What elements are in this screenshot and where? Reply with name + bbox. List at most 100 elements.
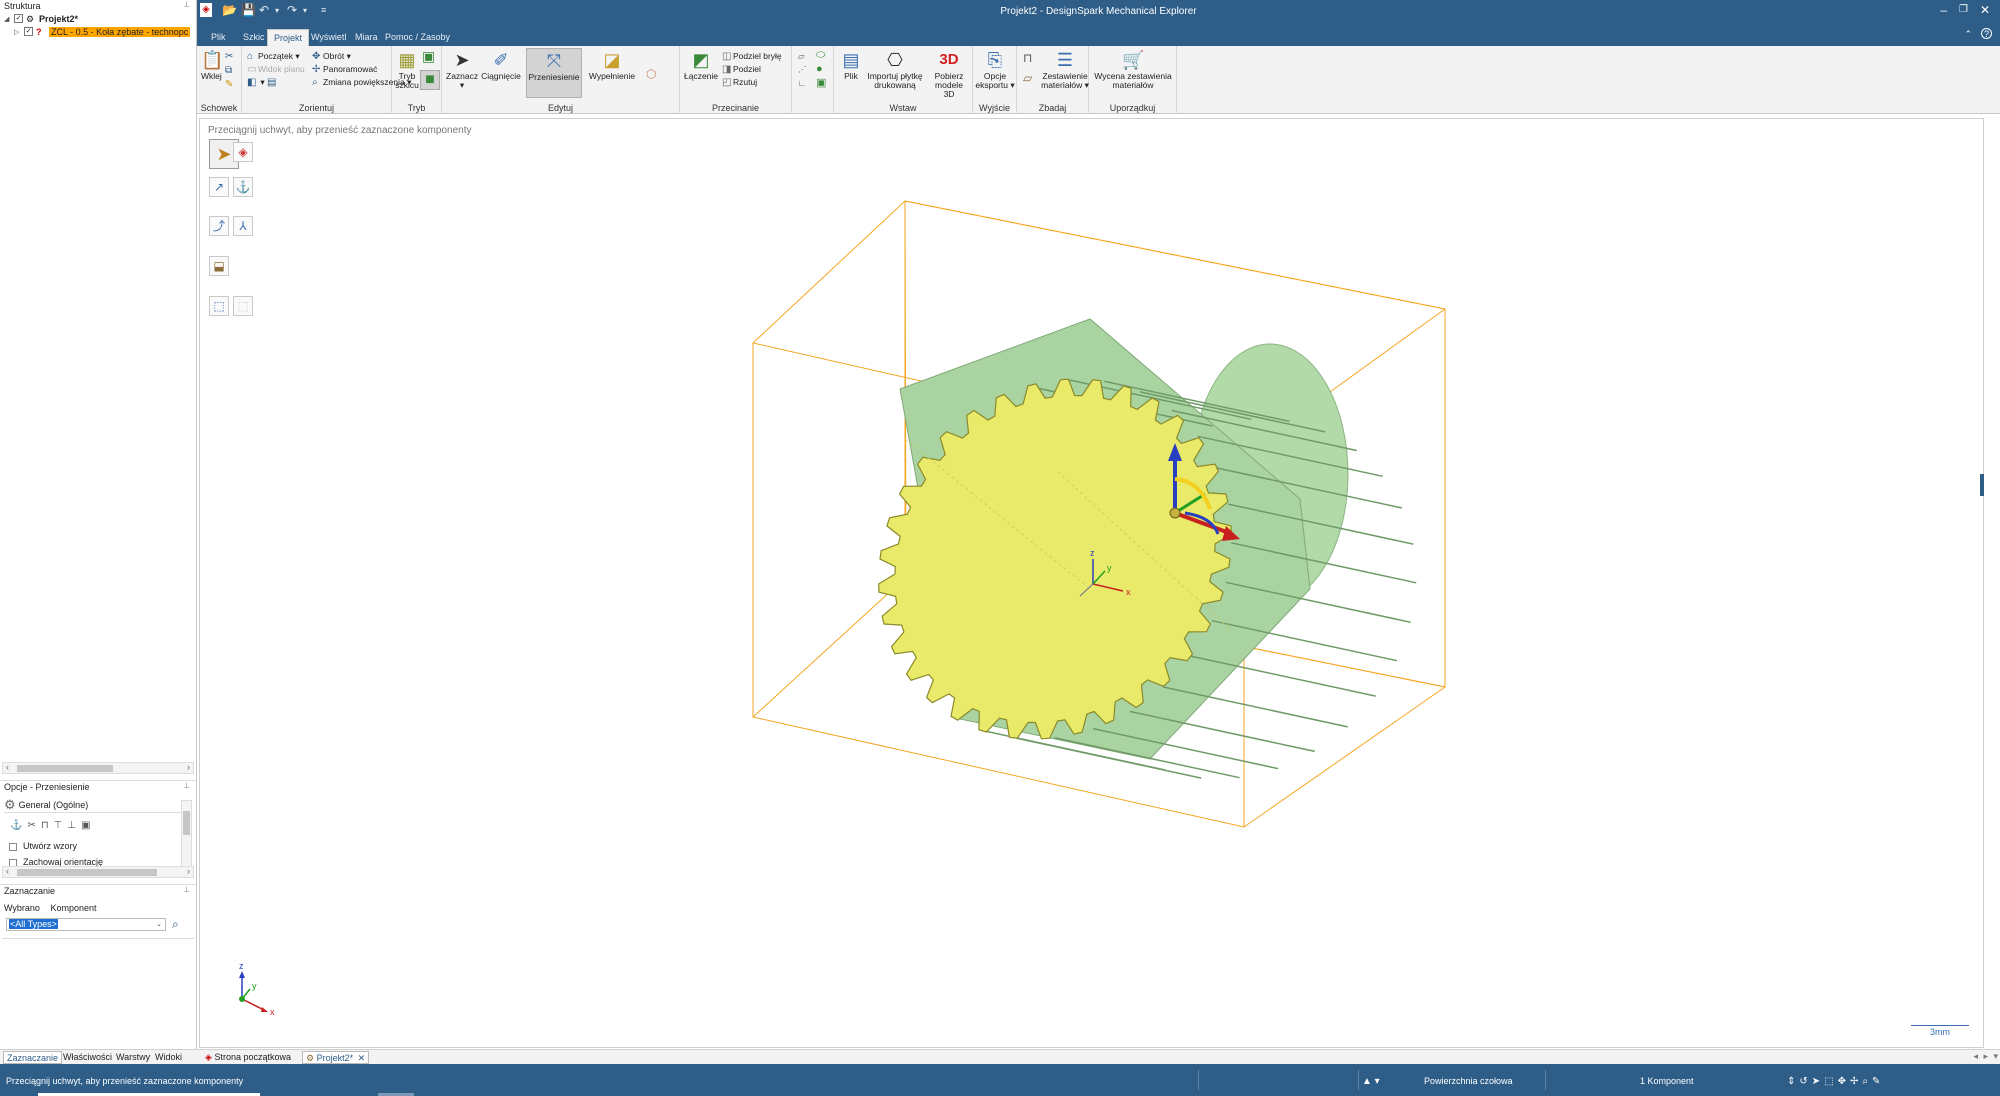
restore-icon[interactable]: ❐ [1959,4,1968,15]
warning-icon[interactable]: ▲ ▾ [1362,1076,1380,1087]
tabs-left-icon[interactable]: ◂ [1973,1051,1978,1062]
tab-warstwy[interactable]: Warstwy [113,1051,153,1064]
visibility-checkbox[interactable]: ✓ [14,14,23,23]
tree-root[interactable]: ◢ ✓ ⚙ Projekt2* [0,12,196,25]
world-y-label: y [252,981,257,991]
cursor-icon[interactable]: ➤ [1812,1076,1824,1087]
fill-button[interactable]: ◪ Wypełnienie [587,50,637,81]
minimize-icon[interactable]: – [1940,3,1947,17]
blend-button[interactable]: ⬡ [646,68,656,81]
cylinder-button[interactable]: ⬭ [816,49,825,62]
box-button[interactable]: ▣ [816,77,826,90]
visibility-checkbox[interactable]: ✓ [24,27,33,36]
close-icon[interactable]: ✕ [1980,3,1990,17]
pin-icon[interactable]: ⊥ [183,781,190,790]
sketch-icon[interactable]: ✎ [1872,1076,1884,1087]
side-tab[interactable] [1980,474,1984,496]
move-icon[interactable]: ✥ [1838,1076,1850,1087]
title-bar: ◈ 📂 💾 ↶ ▾ ↷ ▾ ≡ Projekt2 - DesignSpark M… [197,0,2000,24]
bom-quote-button[interactable]: 🛒 Wycena zestawienia materiałów [1092,50,1174,90]
plane-button[interactable]: ▱ [798,50,805,63]
tab-wlasciwosci[interactable]: Właściwości [60,1051,115,1064]
pan-button[interactable]: ✢ Panoramować [312,63,377,76]
bom-button[interactable]: ☰ Zestawienie materiałów ▾ [1041,50,1089,90]
search-icon[interactable]: ⌕ [172,917,179,932]
help-icon[interactable]: ? [1981,28,1992,39]
select-button[interactable]: ➤ Zaznacz ▾ [446,50,478,90]
plan-view-button[interactable]: ▭ Widok planu [247,63,305,76]
export-options-button[interactable]: ⎘ Opcje eksportu ▾ [975,50,1015,90]
copy-button[interactable]: ⧉ [225,64,236,77]
tabs-menu-icon[interactable]: ▾ [1993,1051,1998,1062]
align-icon[interactable]: ⊓ [41,820,54,831]
axis-button[interactable]: ∟ [798,77,806,90]
options-toolbar: ⚓✂⊓⊤⊥▣ [10,820,96,831]
tab-pomoc[interactable]: Pomoc / Zasoby [379,29,456,46]
download-models-button[interactable]: 3D Pobierz modele 3D [926,50,972,99]
tab-plik[interactable]: Plik [205,29,232,46]
spin-icon[interactable]: ↺ [1799,1076,1811,1087]
general-section[interactable]: ⚙ General (Ogólne) [4,797,192,813]
type-filter-select[interactable]: <All Types> ⌄ [6,918,166,931]
project-button[interactable]: ◰ Rzutuj [722,76,757,89]
combine-button[interactable]: ◩ Łączenie [683,50,719,81]
box-select-icon[interactable]: ⬚ [1824,1076,1837,1087]
create-patterns-option[interactable]: Utwórz wzory [9,841,77,851]
view-style-button[interactable]: ◧ ▾ ▤ [247,76,278,89]
arrow-right-icon[interactable]: › [187,866,190,876]
options-vscroll[interactable] [181,800,192,868]
measure-button[interactable]: ⊓ [1023,52,1032,65]
home-button[interactable]: ⌂ Początek ▾ [247,50,300,63]
pin-tool-icon[interactable]: ⊤ [54,820,68,831]
split-button[interactable]: ◨ Podziel [722,63,761,76]
arrow-right-icon[interactable]: › [187,762,190,772]
doc-tab-start[interactable]: ◈ Strona początkowa [202,1051,294,1064]
tabs-right-icon[interactable]: ▸ [1983,1051,1988,1062]
updown-icon[interactable]: ⇕ [1787,1076,1799,1087]
create-patterns-checkbox[interactable] [9,842,17,851]
close-tab-icon[interactable]: ✕ [358,1053,366,1063]
spin-button[interactable]: ✥ Obrót ▾ [312,50,351,63]
tab-wyswietl[interactable]: Wyświetl [305,29,352,46]
measure-icon[interactable]: ⊥ [67,820,81,831]
chevron-down-icon[interactable]: ⌄ [156,919,162,930]
display-icon: ▤ [267,77,277,88]
pull-button[interactable]: ✐ Ciągnięcie [481,50,521,81]
arrow-left-icon[interactable]: ‹ [6,762,9,772]
status-tools: ⇕↺➤⬚✥✢⌕✎ [1787,1076,1884,1087]
structure-scrollbar[interactable]: ‹ › [2,762,194,774]
scissors-icon[interactable]: ✂ [27,820,40,831]
zoom-icon[interactable]: ⌕ [1862,1076,1872,1087]
tab-projekt[interactable]: Projekt [267,29,310,46]
sphere-button[interactable]: ● [816,63,823,76]
line-button[interactable]: ⋰ [798,63,807,76]
xyz-icon[interactable]: ▣ [81,820,95,831]
expand-icon[interactable]: ▷ [14,28,24,36]
tree-component[interactable]: ▷ ✓ ? ZCL - 0.5 - Koła zębate - technopc [0,25,196,38]
tab-szkic[interactable]: Szkic [237,29,271,46]
tab-widoki[interactable]: Widoki [152,1051,185,1064]
doc-tab-projekt2[interactable]: ⚙ Projekt2* ✕ [302,1051,370,1064]
cut-button[interactable]: ✂ [225,50,236,63]
3d-viewport[interactable]: Przeciągnij uchwyt, aby przenieść zaznac… [199,118,1984,1048]
tab-zaznaczanie[interactable]: Zaznaczanie [3,1051,63,1064]
pin-icon[interactable]: ⊥ [183,885,190,894]
pan-icon[interactable]: ✢ [1850,1076,1862,1087]
paste-button[interactable]: 📋 Wklej [201,50,223,81]
3d-mode-button[interactable]: ■ [420,70,440,90]
split-body-button[interactable]: ◫ Podziel bryłę [722,50,782,63]
move-button[interactable]: ⤧ Przeniesienie [526,48,582,98]
section-mode-button[interactable]: ▣ [422,49,435,63]
pin-icon[interactable]: ⊥ [183,0,190,9]
anchor-icon[interactable]: ⚓ [10,820,27,831]
insert-file-button[interactable]: ▤ Plik [838,50,864,81]
collapse-ribbon-icon[interactable]: ⌃ [1964,29,1972,40]
options-hscroll[interactable]: ‹ › [2,866,194,878]
ruler-button[interactable]: ▱ [1023,72,1032,85]
import-pcb-button[interactable]: ⎔ Importuj płytkę drukowaną [866,50,924,90]
arrow-left-icon[interactable]: ‹ [6,866,9,876]
gear-model[interactable]: z y x z y x [200,119,1985,1049]
collapse-icon[interactable]: ◢ [4,15,14,23]
sketch-mode-button[interactable]: ▦ Tryb szkicu [395,50,419,90]
format-painter-button[interactable]: ✎ [225,78,236,91]
